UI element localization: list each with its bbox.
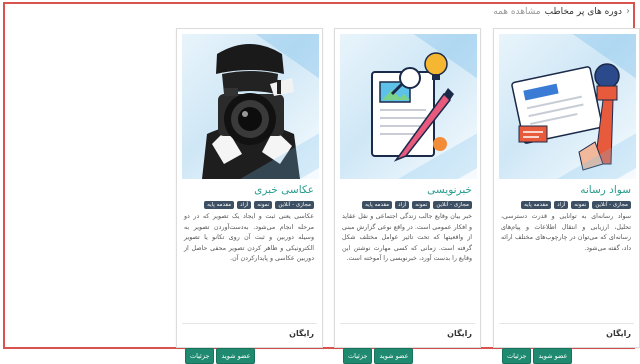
course-description: عکاسی یعنی ثبت و ایجاد یک تصویر که در دو… <box>184 213 314 262</box>
card-actions: جزئیات عضو شوید <box>502 348 573 364</box>
divider <box>340 323 475 324</box>
details-button[interactable]: جزئیات <box>343 348 373 364</box>
badge-group: مجازی - آنلاین نمونه آزاد مقدمه پایه <box>362 201 472 209</box>
badge-group: مجازی - آنلاین نمونه آزاد مقدمه پایه <box>204 201 314 209</box>
course-description: خبر بیان وقایع جالب زندگی اجتماعی و نقل … <box>342 213 472 262</box>
badge-group: مجازی - آنلاین نمونه آزاد مقدمه پایه <box>521 201 631 209</box>
course-title[interactable]: عکاسی خبری <box>254 184 314 196</box>
details-button[interactable]: جزئیات <box>185 348 215 364</box>
course-title[interactable]: سواد رسانه <box>580 184 631 196</box>
course-card-photojournalism[interactable]: عکاسی خبری مجازی - آنلاین نمونه آزاد مقد… <box>176 28 323 364</box>
course-card-media-literacy[interactable]: سواد رسانه مجازی - آنلاین نمونه آزاد مقد… <box>493 28 640 364</box>
badge-free: آزاد <box>395 201 410 209</box>
course-price: رایگان <box>606 329 631 338</box>
enroll-button[interactable]: عضو شوید <box>216 348 256 364</box>
course-image[interactable] <box>182 34 319 179</box>
badge-sample: نمونه <box>412 201 431 209</box>
badge-mode: مجازی - آنلاین <box>592 201 631 209</box>
course-title[interactable]: خبرنویسی <box>427 184 472 196</box>
section-title: دوره های پر مخاطب <box>544 6 622 17</box>
divider <box>182 323 317 324</box>
course-card-news-writing[interactable]: خبرنویسی مجازی - آنلاین نمونه آزاد مقدمه… <box>334 28 481 364</box>
badge-level: مقدمه پایه <box>362 201 393 209</box>
badge-free: آزاد <box>554 201 569 209</box>
chevron-left-icon[interactable]: ‹ <box>626 6 630 17</box>
badge-sample: نمونه <box>571 201 590 209</box>
see-all-link[interactable]: مشاهده همه <box>493 7 540 17</box>
divider <box>499 323 634 324</box>
course-description: سواد رسانه‌ای به توانایی و قدرت دسترسی، … <box>501 213 631 252</box>
badge-sample: نمونه <box>254 201 273 209</box>
card-actions: جزئیات عضو شوید <box>343 348 414 364</box>
newspaper-microphone-icon <box>511 63 620 171</box>
details-button[interactable]: جزئیات <box>502 348 532 364</box>
badge-level: مقدمه پایه <box>521 201 552 209</box>
course-price: رایگان <box>447 329 472 338</box>
section-header: ‹ دوره های پر مخاطب مشاهده همه <box>493 6 630 17</box>
photographer-camera-icon <box>202 44 300 179</box>
course-price: رایگان <box>289 329 314 338</box>
course-image[interactable] <box>340 34 477 179</box>
document-pen-icon <box>371 52 454 162</box>
enroll-button[interactable]: عضو شوید <box>533 348 573 364</box>
course-image[interactable] <box>499 34 636 179</box>
badge-mode: مجازی - آنلاین <box>433 201 472 209</box>
card-actions: جزئیات عضو شوید <box>185 348 256 364</box>
enroll-button[interactable]: عضو شوید <box>374 348 414 364</box>
badge-free: آزاد <box>237 201 252 209</box>
badge-mode: مجازی - آنلاین <box>275 201 314 209</box>
badge-level: مقدمه پایه <box>204 201 235 209</box>
